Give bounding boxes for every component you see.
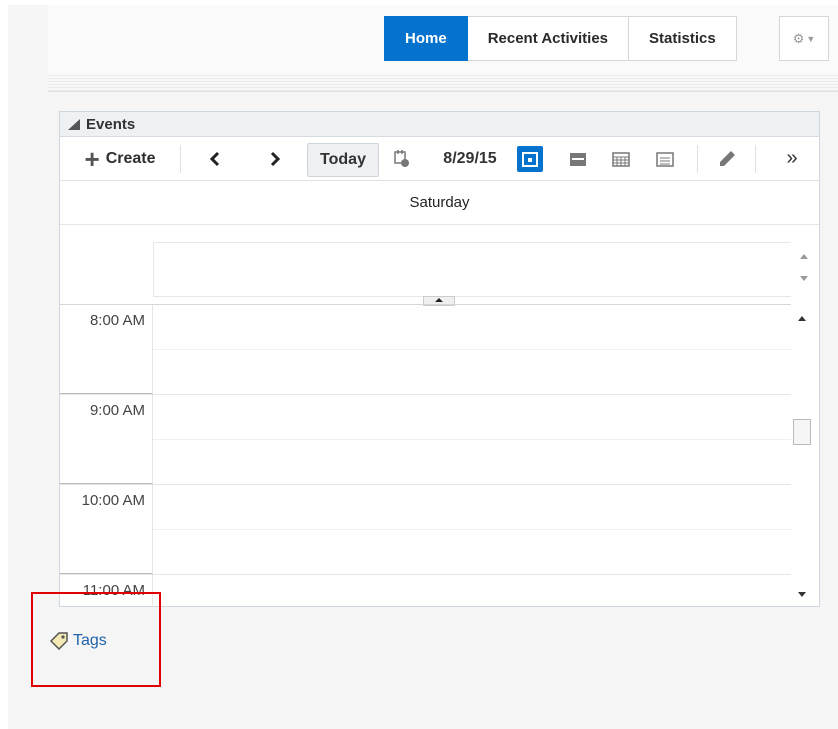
week-view-icon xyxy=(570,152,586,166)
half-hour-line xyxy=(153,529,791,530)
tab-statistics[interactable]: Statistics xyxy=(629,16,737,61)
create-label: Create xyxy=(105,149,156,167)
calendar-toolbar: + Create Today 8/29/15 » xyxy=(60,137,819,181)
toolbar-separator xyxy=(180,145,181,173)
main-tabs: Home Recent Activities Statistics xyxy=(384,16,737,61)
time-grid: 8:00 AM 9:00 AM 10:00 AM 11:00 AM xyxy=(60,304,791,607)
scroll-up-icon[interactable] xyxy=(798,316,806,321)
scroll-up-icon[interactable] xyxy=(800,254,808,259)
hour-row[interactable]: 9:00 AM xyxy=(60,395,791,485)
events-panel: Events + Create Today 8/29/15 » Saturday… xyxy=(59,111,820,607)
view-day-button[interactable] xyxy=(515,137,545,180)
current-date: 8/29/15 xyxy=(443,149,497,167)
time-grid-scrollbar[interactable] xyxy=(791,304,818,606)
scroll-down-icon[interactable] xyxy=(798,592,806,597)
events-panel-title: Events xyxy=(86,115,136,133)
half-hour-line xyxy=(153,349,791,350)
plus-icon: + xyxy=(84,143,100,174)
month-view-icon xyxy=(612,151,630,167)
view-list-button[interactable] xyxy=(650,137,680,180)
header-divider xyxy=(48,73,838,92)
toolbar-separator xyxy=(755,145,756,173)
view-month-button[interactable] xyxy=(606,137,636,180)
calendar-clock-icon xyxy=(394,149,409,167)
pencil-icon xyxy=(720,150,735,166)
collapse-triangle-icon[interactable] xyxy=(68,118,80,130)
gear-icon: ⚙ xyxy=(792,30,805,46)
overflow-button[interactable]: » xyxy=(778,137,806,180)
hour-row[interactable]: 8:00 AM xyxy=(60,305,791,395)
next-button[interactable] xyxy=(263,137,287,180)
half-hour-line xyxy=(153,439,791,440)
previous-button[interactable] xyxy=(203,137,227,180)
hour-row[interactable]: 10:00 AM xyxy=(60,485,791,575)
day-view-icon-wrapper xyxy=(517,145,543,172)
day-header: Saturday xyxy=(60,181,819,225)
scroll-down-icon[interactable] xyxy=(800,276,808,281)
settings-menu-button[interactable]: ⚙ ▼ xyxy=(779,16,829,61)
tab-recent-activities[interactable]: Recent Activities xyxy=(467,16,630,61)
scrollbar-thumb[interactable] xyxy=(793,419,811,445)
create-button[interactable]: + Create xyxy=(70,137,170,180)
hour-label: 9:00 AM xyxy=(60,395,153,484)
all-day-scrollbar[interactable] xyxy=(791,242,818,295)
chevron-right-icon xyxy=(270,151,281,166)
edit-button[interactable] xyxy=(715,137,739,180)
hour-label: 10:00 AM xyxy=(60,485,153,574)
day-view-icon xyxy=(522,151,538,167)
all-day-area[interactable] xyxy=(153,242,791,297)
chevron-down-icon: ▼ xyxy=(806,33,816,44)
highlight-box xyxy=(31,592,161,687)
today-button[interactable]: Today xyxy=(307,143,379,177)
tab-home[interactable]: Home xyxy=(384,16,468,61)
go-to-date-button[interactable] xyxy=(390,137,414,180)
events-panel-header[interactable]: Events xyxy=(60,112,819,137)
chevron-left-icon xyxy=(209,151,220,166)
view-week-button[interactable] xyxy=(563,137,593,180)
hour-row[interactable]: 11:00 AM xyxy=(60,575,791,607)
toolbar-separator xyxy=(697,145,698,173)
list-view-icon xyxy=(656,151,674,167)
hour-label: 8:00 AM xyxy=(60,305,153,394)
